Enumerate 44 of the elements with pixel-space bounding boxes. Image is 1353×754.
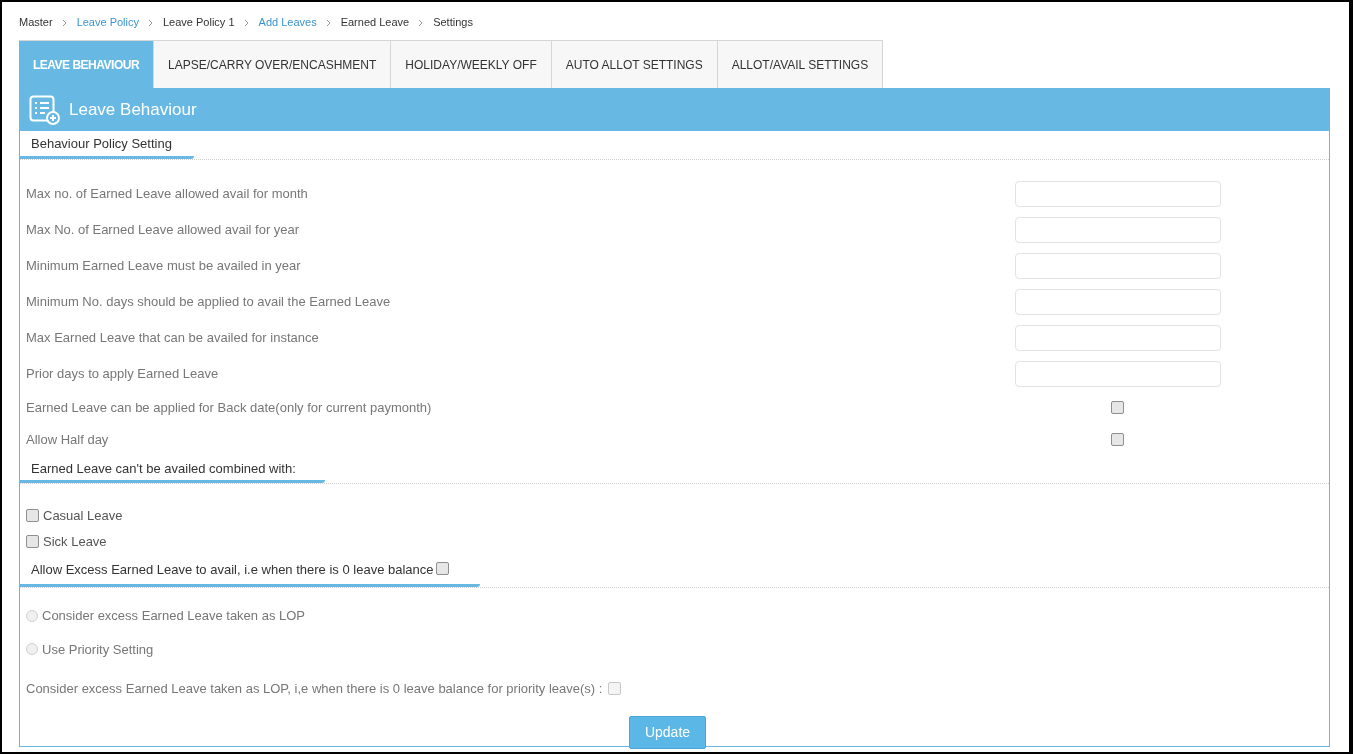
input-field[interactable] (1015, 180, 1221, 207)
breadcrumb-item: Settings (433, 15, 473, 31)
section-title: Earned Leave can't be availed combined with: (31, 459, 296, 478)
input-field[interactable] (1015, 324, 1221, 351)
option-label: Casual Leave (43, 507, 123, 525)
field-label: Allow Half day (26, 430, 110, 449)
breadcrumb-item: Master (19, 15, 53, 31)
breadcrumb-link[interactable]: Add Leaves (258, 14, 317, 31)
checkbox[interactable] (1111, 433, 1124, 446)
chevron-icon (148, 18, 154, 27)
tab[interactable]: ALLOT/AVAIL SETTINGS (717, 40, 884, 88)
field-label: Earned Leave can be applied for Back date(only for current paymonth) (26, 398, 433, 417)
option-label: Consider excess Earned Leave taken as LOP (42, 607, 306, 625)
chevron-icon (243, 18, 250, 27)
checkbox[interactable] (435, 562, 449, 575)
breadcrumb-link[interactable]: Leave Policy (76, 14, 139, 31)
option-label: Use Priority Setting (42, 640, 154, 659)
option-label: Sick Leave (43, 532, 107, 551)
checkbox[interactable] (26, 509, 39, 523)
input-field[interactable] (1015, 252, 1221, 279)
chevron-icon (418, 18, 425, 27)
input-field[interactable] (1015, 288, 1221, 315)
list-add-icon (29, 94, 60, 125)
field-label: Minimum Earned Leave must be availed in year (26, 256, 302, 275)
field-label: Prior days to apply Earned Leave (26, 364, 220, 383)
chevron-icon (325, 18, 332, 27)
field-label: Minimum No. days should be applied to avail the Earned Leave (26, 292, 392, 311)
field-label: Consider excess Earned Leave taken as LOP, i,e when there is 0 leave balance for priority leave(s) : (26, 680, 603, 698)
input-field[interactable] (1015, 360, 1221, 387)
input-field[interactable] (1015, 216, 1221, 243)
chevron-icon (61, 18, 68, 27)
checkbox[interactable] (1111, 401, 1124, 414)
field-label: Max No. of Earned Leave allowed avail for year (26, 220, 301, 239)
field-label: Max no. of Earned Leave allowed avail for month (26, 184, 309, 203)
section-title: Behaviour Policy Setting (31, 135, 172, 153)
breadcrumb-item: Leave Policy 1 (163, 15, 235, 31)
checkbox[interactable] (26, 534, 39, 548)
tab[interactable]: AUTO ALLOT SETTINGS (551, 40, 718, 88)
tab[interactable]: HOLIDAY/WEEKLY OFF (391, 40, 552, 88)
breadcrumb-item: Earned Leave (340, 15, 410, 31)
section-title: Allow Excess Earned Leave to avail, i.e when there is 0 leave balance (31, 561, 434, 580)
panel-title: Leave Behaviour (69, 98, 197, 121)
field-label: Max Earned Leave that can be availed for instance (26, 328, 320, 347)
tab[interactable]: LAPSE/CARRY OVER/ENCASHMENT (154, 40, 392, 88)
